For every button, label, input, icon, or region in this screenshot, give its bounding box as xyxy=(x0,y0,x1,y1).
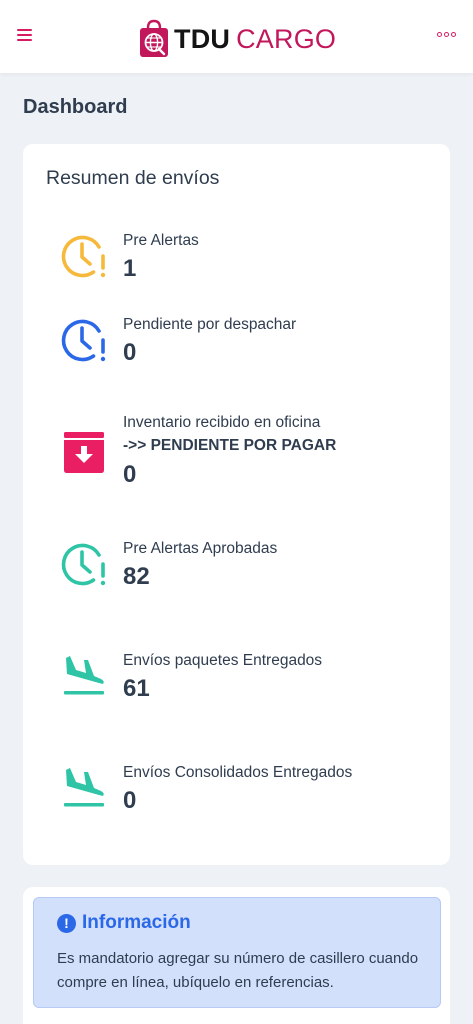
top-app-bar: TDU CARGO xyxy=(0,0,473,73)
info-header: ! Información xyxy=(57,912,191,934)
clock-alert-icon xyxy=(61,319,106,362)
info-card: ! Información Es mandatorio agregar su n… xyxy=(23,887,450,1024)
inbox-download-icon xyxy=(64,432,104,473)
brand-name-light: CARGO xyxy=(236,23,337,54)
shipments-summary-card: Resumen de envíos Pre Alertas 1 Pendient… xyxy=(23,144,450,865)
clock-alert-icon xyxy=(61,543,106,586)
stat-value: 0 xyxy=(123,339,137,366)
brand-name-bold: TDU xyxy=(174,23,231,54)
card-title: Resumen de envíos xyxy=(46,167,220,189)
stat-value: 1 xyxy=(123,255,137,282)
stat-label: Pre Alertas Aprobadas xyxy=(123,540,278,557)
info-message: Es mandatorio agregar su número de casil… xyxy=(57,950,419,991)
plane-landing-icon xyxy=(64,656,104,695)
info-alert: ! Información Es mandatorio agregar su n… xyxy=(33,897,441,1008)
page-title: Dashboard xyxy=(23,96,128,118)
brand-logo[interactable]: TDU CARGO xyxy=(137,18,336,60)
shopping-bag-globe-icon xyxy=(140,19,168,57)
hamburger-menu-icon[interactable] xyxy=(16,27,34,43)
info-title: Información xyxy=(82,912,191,933)
stat-value: 61 xyxy=(123,675,150,702)
plane-landing-icon xyxy=(64,768,104,807)
brand-name: TDU CARGO xyxy=(174,23,337,54)
stat-sublabel: ->> PENDIENTE POR PAGAR xyxy=(123,437,337,454)
stat-label: Inventario recibido en oficina xyxy=(123,414,321,431)
exclamation-circle-icon: ! xyxy=(57,913,76,933)
stat-value: 0 xyxy=(123,787,137,814)
stat-value: 82 xyxy=(123,563,150,590)
more-options-icon[interactable] xyxy=(437,30,457,40)
stat-label: Envíos Consolidados Entregados xyxy=(123,764,353,781)
clock-alert-icon xyxy=(61,235,106,278)
stat-label: Pre Alertas xyxy=(123,232,199,249)
stat-value: 0 xyxy=(123,461,137,488)
stat-label: Envíos paquetes Entregados xyxy=(123,652,323,669)
stat-label: Pendiente por despachar xyxy=(123,316,297,333)
